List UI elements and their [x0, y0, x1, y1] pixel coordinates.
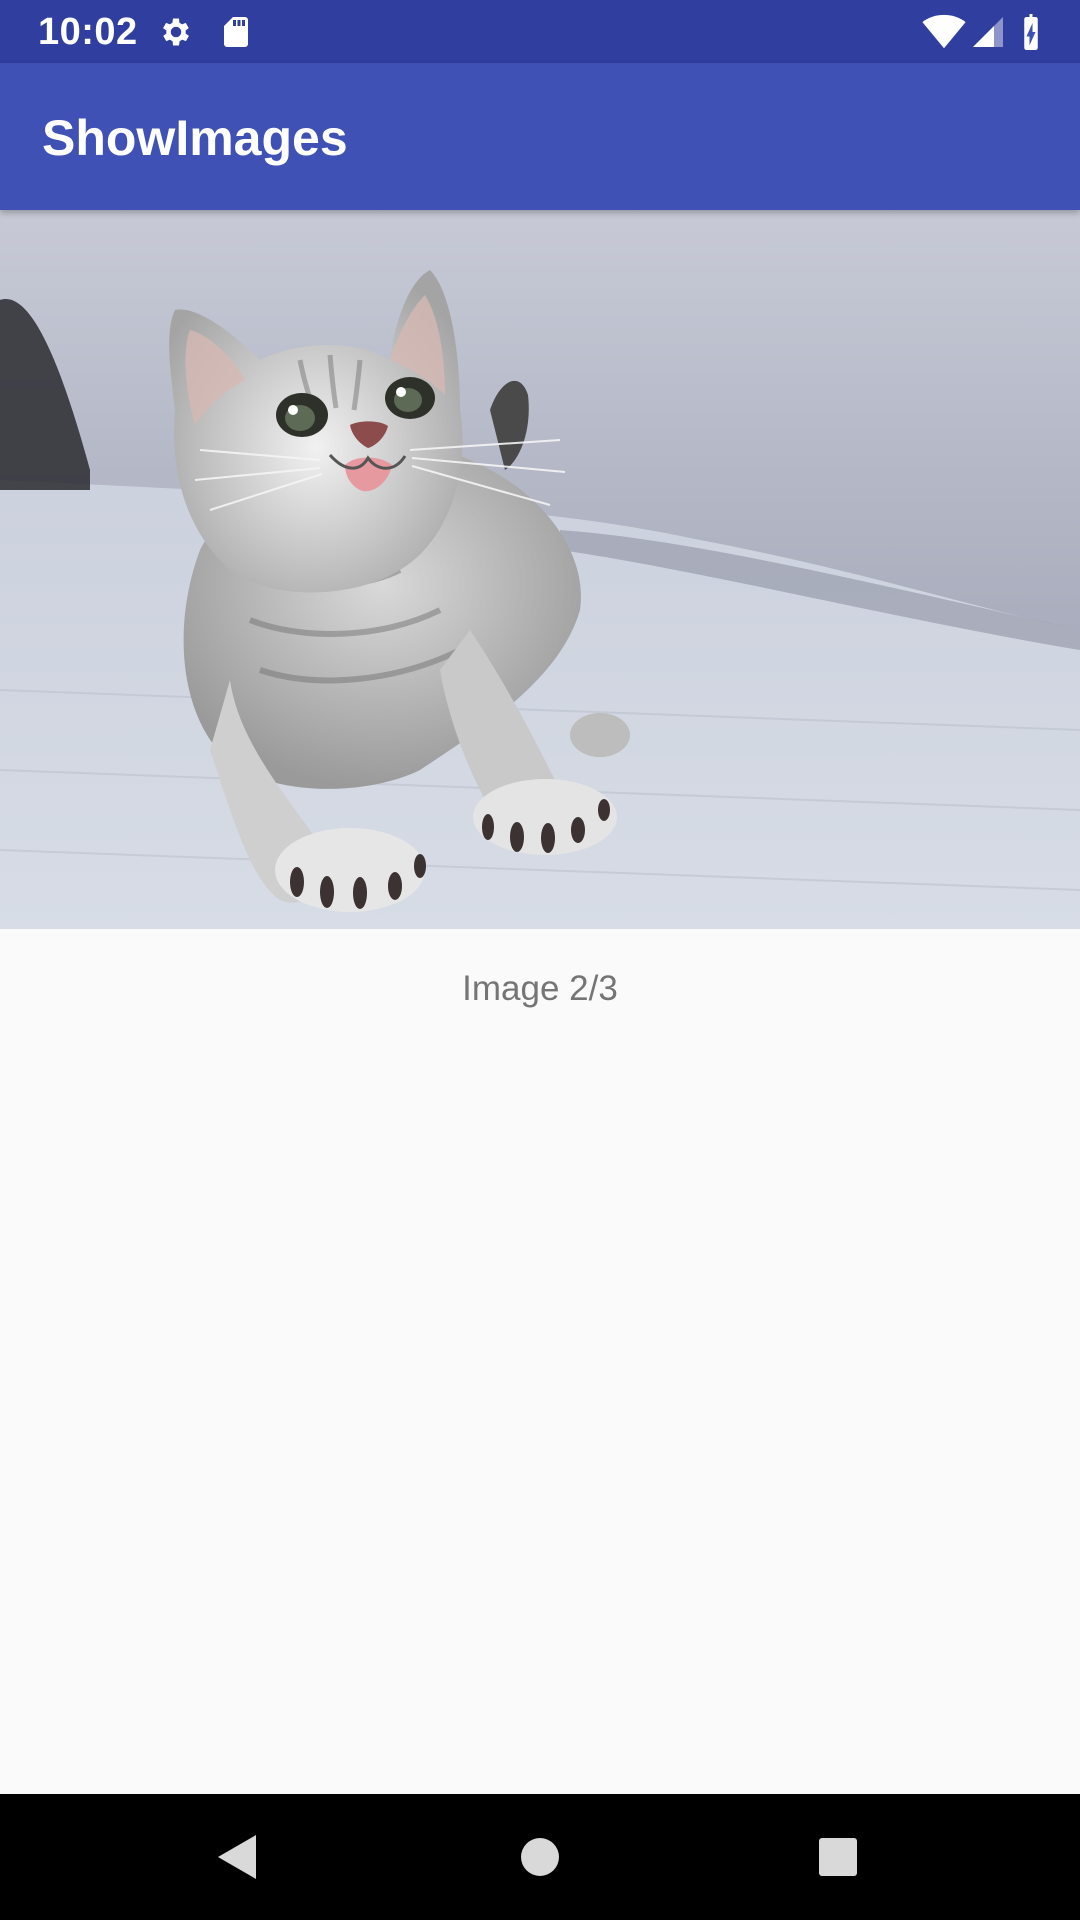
cell-signal-icon — [970, 14, 1006, 50]
status-bar: 10:02 — [0, 0, 1080, 63]
app-title: ShowImages — [42, 110, 348, 166]
back-icon[interactable] — [198, 1817, 278, 1897]
settings-icon — [158, 14, 194, 50]
app-bar: ShowImages — [0, 63, 1080, 210]
wifi-icon — [922, 14, 966, 50]
home-icon[interactable] — [500, 1817, 580, 1897]
kitten-illustration — [0, 210, 1080, 929]
image-counter-caption: Image 2/3 — [462, 969, 618, 1008]
recents-icon[interactable] — [798, 1817, 878, 1897]
sd-card-icon — [218, 14, 254, 50]
navigation-bar — [0, 1794, 1080, 1920]
screen: 10:02 ShowImages Image 2/3 — [0, 0, 1080, 1920]
kitten-photo[interactable] — [0, 210, 1080, 929]
battery-charging-icon — [1016, 14, 1046, 50]
status-time: 10:02 — [38, 11, 138, 53]
